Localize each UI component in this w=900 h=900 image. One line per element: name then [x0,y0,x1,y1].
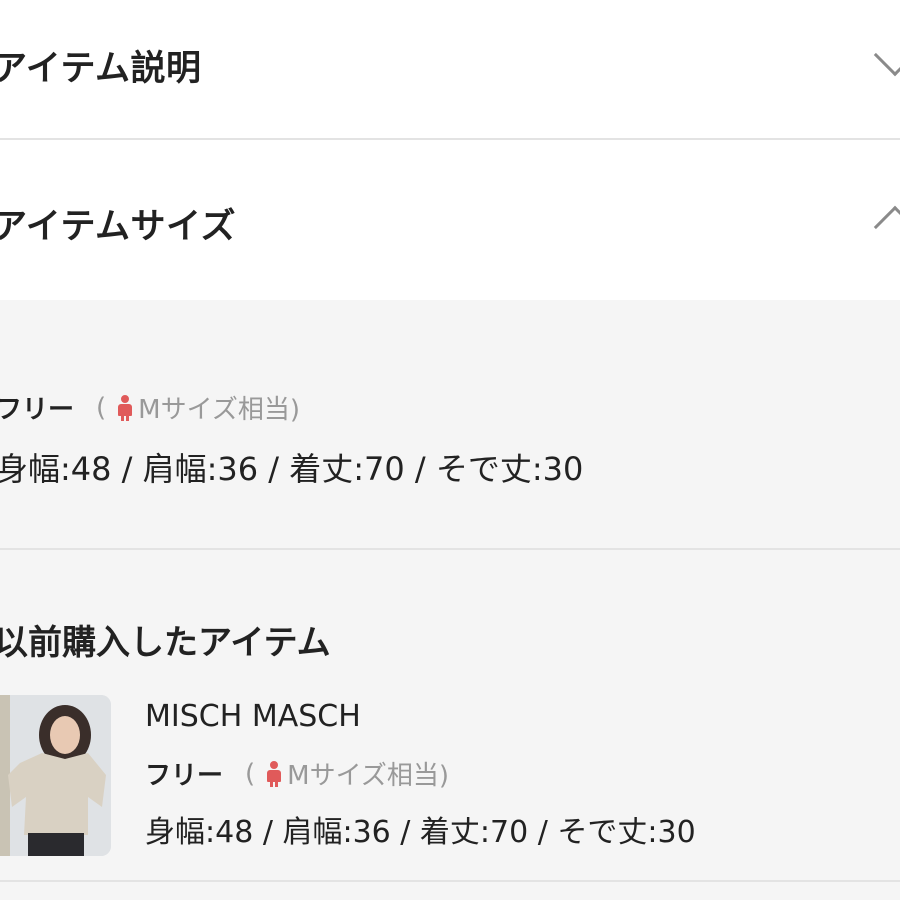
item-description-row[interactable]: アイテム説明 [0,0,900,138]
item-description-title: アイテム説明 [0,49,202,89]
size-measurements: 身幅:48 / 肩幅:36 / 着丈:70 / そで丈:30 [0,450,584,488]
chevron-down-icon[interactable] [873,33,900,77]
purchased-item-brand: MISCH MASCH [145,699,361,734]
divider [0,880,900,882]
paren-open: ( [245,758,256,789]
item-size-row[interactable]: アイテムサイズ [0,140,900,300]
purchased-item-size-line: フリー ( Mサイズ相当) [145,755,449,792]
purchased-item-thumbnail[interactable] [0,695,111,856]
size-info-line: フリー ( Mサイズ相当) [0,389,300,426]
female-person-icon [118,394,133,421]
item-size-title: アイテムサイズ [0,207,236,247]
purchased-items-title: 以前購入したアイテム [0,623,331,663]
female-person-icon [267,760,282,787]
size-equivalent: Mサイズ相当) [138,395,300,425]
purchased-item-size-name: フリー [145,761,224,791]
paren-open: ( [96,392,107,423]
chevron-up-icon[interactable] [873,205,900,249]
purchased-item-measurements: 身幅:48 / 肩幅:36 / 着丈:70 / そで丈:30 [145,815,696,850]
size-name: フリー [0,395,75,425]
purchased-item-size-equivalent: Mサイズ相当) [287,761,449,791]
divider [0,548,900,550]
